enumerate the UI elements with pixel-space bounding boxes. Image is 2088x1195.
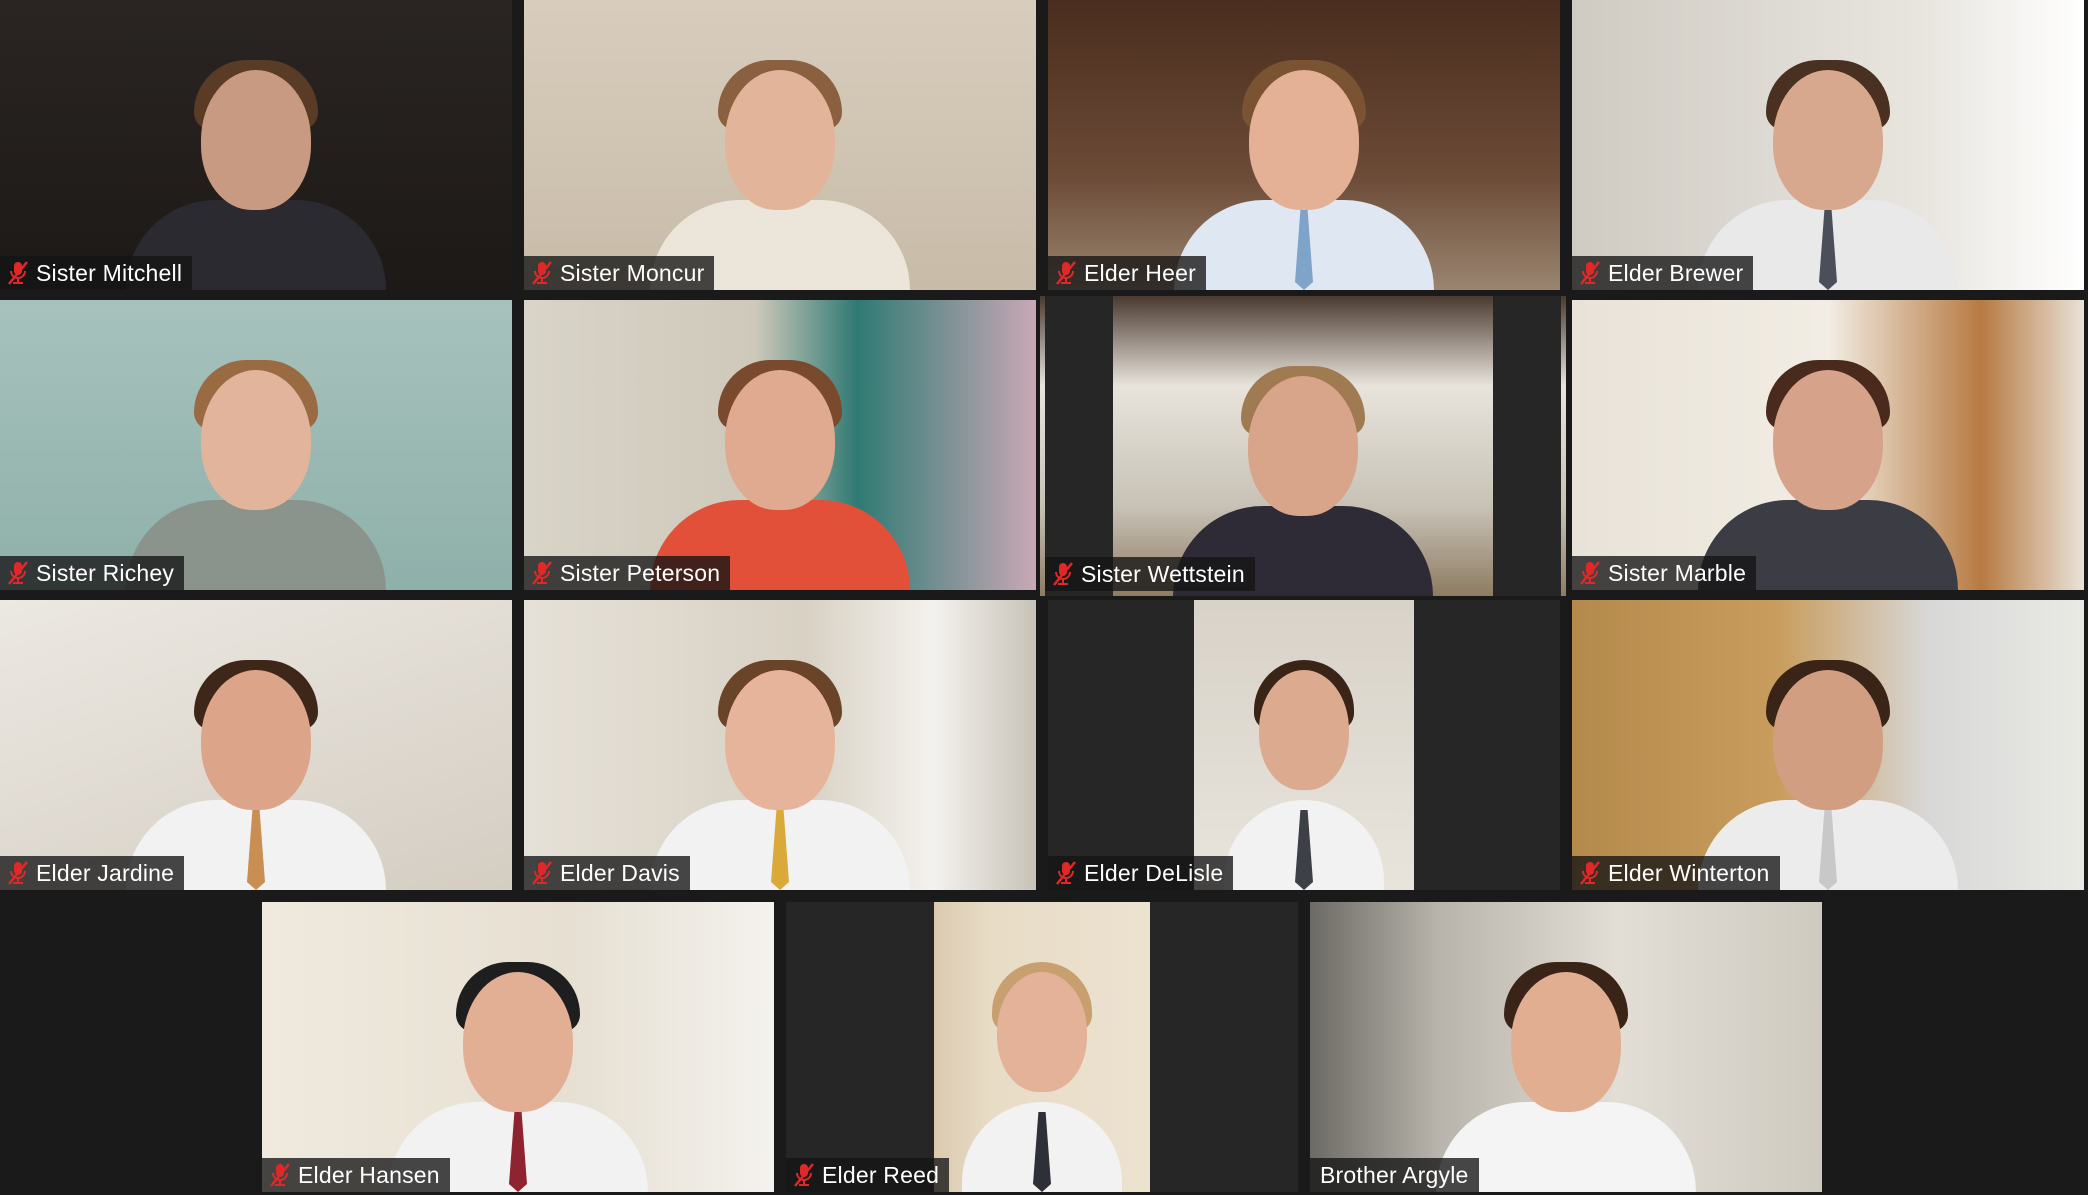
participant-tile-sister-wettstein[interactable]: Sister Wettstein bbox=[1040, 296, 1566, 596]
mic-muted-icon bbox=[530, 260, 554, 286]
participant-name-label: Elder Jardine bbox=[0, 856, 185, 890]
participant-name-label: Elder Hansen bbox=[262, 1158, 450, 1192]
mic-muted-icon bbox=[1054, 860, 1078, 886]
participant-name: Sister Peterson bbox=[560, 559, 721, 586]
participant-tile-elder-davis[interactable]: Elder Davis bbox=[524, 600, 1036, 890]
participant-name-label: Sister Richey bbox=[0, 556, 185, 590]
participant-name: Brother Argyle bbox=[1320, 1161, 1469, 1188]
participant-name-label: Sister Moncur bbox=[524, 256, 715, 290]
participant-tile-elder-winterton[interactable]: Elder Winterton bbox=[1572, 600, 2084, 890]
mic-muted-icon bbox=[1054, 260, 1078, 286]
participant-name: Sister Wettstein bbox=[1081, 560, 1245, 587]
participant-video bbox=[630, 330, 930, 590]
mic-muted-icon bbox=[530, 860, 554, 886]
participant-name-label: Elder Heer bbox=[1048, 256, 1206, 290]
mic-muted-icon bbox=[530, 560, 554, 586]
participant-video bbox=[1154, 30, 1454, 290]
participant-name: Elder DeLisle bbox=[1084, 859, 1224, 886]
participant-name-label: Brother Argyle bbox=[1310, 1158, 1479, 1192]
participant-name: Elder Winterton bbox=[1608, 859, 1770, 886]
video-letterbox-left bbox=[1045, 296, 1113, 596]
participant-name: Sister Marble bbox=[1608, 559, 1747, 586]
participant-video bbox=[1204, 630, 1404, 890]
participant-video bbox=[368, 932, 668, 1192]
participant-name-label: Elder Winterton bbox=[1572, 856, 1780, 890]
mic-muted-icon bbox=[268, 1162, 292, 1188]
mic-muted-icon bbox=[6, 860, 30, 886]
participant-name: Elder Jardine bbox=[36, 859, 175, 886]
participant-name-label: Sister Peterson bbox=[524, 556, 731, 590]
participant-video bbox=[1678, 630, 1978, 890]
participant-name: Elder Davis bbox=[560, 859, 680, 886]
participant-name: Sister Moncur bbox=[560, 259, 705, 286]
participant-video bbox=[106, 30, 406, 290]
participant-video bbox=[942, 932, 1142, 1192]
participant-name: Elder Reed bbox=[822, 1161, 940, 1188]
participant-tile-sister-peterson[interactable]: Sister Peterson bbox=[524, 300, 1036, 590]
participant-name: Elder Hansen bbox=[298, 1161, 440, 1188]
video-letterbox-right bbox=[1414, 600, 1560, 890]
participant-tile-elder-delisle[interactable]: Elder DeLisle bbox=[1048, 600, 1560, 890]
participant-tile-elder-reed[interactable]: Elder Reed bbox=[786, 902, 1298, 1192]
video-letterbox-right bbox=[1493, 296, 1561, 596]
participant-video bbox=[1678, 330, 1978, 590]
video-letterbox-right bbox=[1150, 902, 1298, 1192]
participant-name: Sister Richey bbox=[36, 559, 175, 586]
mic-muted-icon bbox=[1578, 560, 1602, 586]
participant-tile-elder-heer[interactable]: Elder Heer bbox=[1048, 0, 1560, 290]
mic-muted-icon bbox=[1578, 860, 1602, 886]
participant-tile-sister-marble[interactable]: Sister Marble bbox=[1572, 300, 2084, 590]
participant-tile-elder-hansen[interactable]: Elder Hansen bbox=[262, 902, 774, 1192]
participant-tile-elder-jardine[interactable]: Elder Jardine bbox=[0, 600, 512, 890]
video-letterbox-left bbox=[786, 902, 934, 1192]
participant-name-label: Sister Mitchell bbox=[0, 256, 193, 290]
mic-muted-icon bbox=[1051, 561, 1075, 587]
participant-name-label: Sister Wettstein bbox=[1045, 557, 1255, 591]
participant-video bbox=[1678, 30, 1978, 290]
participant-video bbox=[106, 630, 406, 890]
participant-tile-elder-brewer[interactable]: Elder Brewer bbox=[1572, 0, 2084, 290]
participant-tile-sister-mitchell[interactable]: Sister Mitchell bbox=[0, 0, 512, 290]
participant-name-label: Elder Reed bbox=[786, 1158, 950, 1192]
participant-tile-sister-richey[interactable]: Sister Richey bbox=[0, 300, 512, 590]
participant-name: Sister Mitchell bbox=[36, 259, 183, 286]
participant-video bbox=[1416, 932, 1716, 1192]
participant-tile-brother-argyle[interactable]: Brother Argyle bbox=[1310, 902, 1822, 1192]
video-letterbox-left bbox=[1048, 600, 1194, 890]
participant-video bbox=[630, 30, 930, 290]
participant-name-label: Elder Brewer bbox=[1572, 256, 1754, 290]
mic-muted-icon bbox=[792, 1162, 816, 1188]
mic-muted-icon bbox=[6, 260, 30, 286]
video-gallery: Sister Mitchell Sister Moncur Elder Heer bbox=[0, 0, 2088, 1195]
participant-video bbox=[630, 630, 930, 890]
participant-name-label: Sister Marble bbox=[1572, 556, 1757, 590]
participant-name: Elder Heer bbox=[1084, 259, 1196, 286]
participant-name-label: Elder DeLisle bbox=[1048, 856, 1234, 890]
mic-muted-icon bbox=[6, 560, 30, 586]
participant-name-label: Elder Davis bbox=[524, 856, 690, 890]
participant-video bbox=[106, 330, 406, 590]
mic-muted-icon bbox=[1578, 260, 1602, 286]
participant-name: Elder Brewer bbox=[1608, 259, 1744, 286]
participant-tile-sister-moncur[interactable]: Sister Moncur bbox=[524, 0, 1036, 290]
